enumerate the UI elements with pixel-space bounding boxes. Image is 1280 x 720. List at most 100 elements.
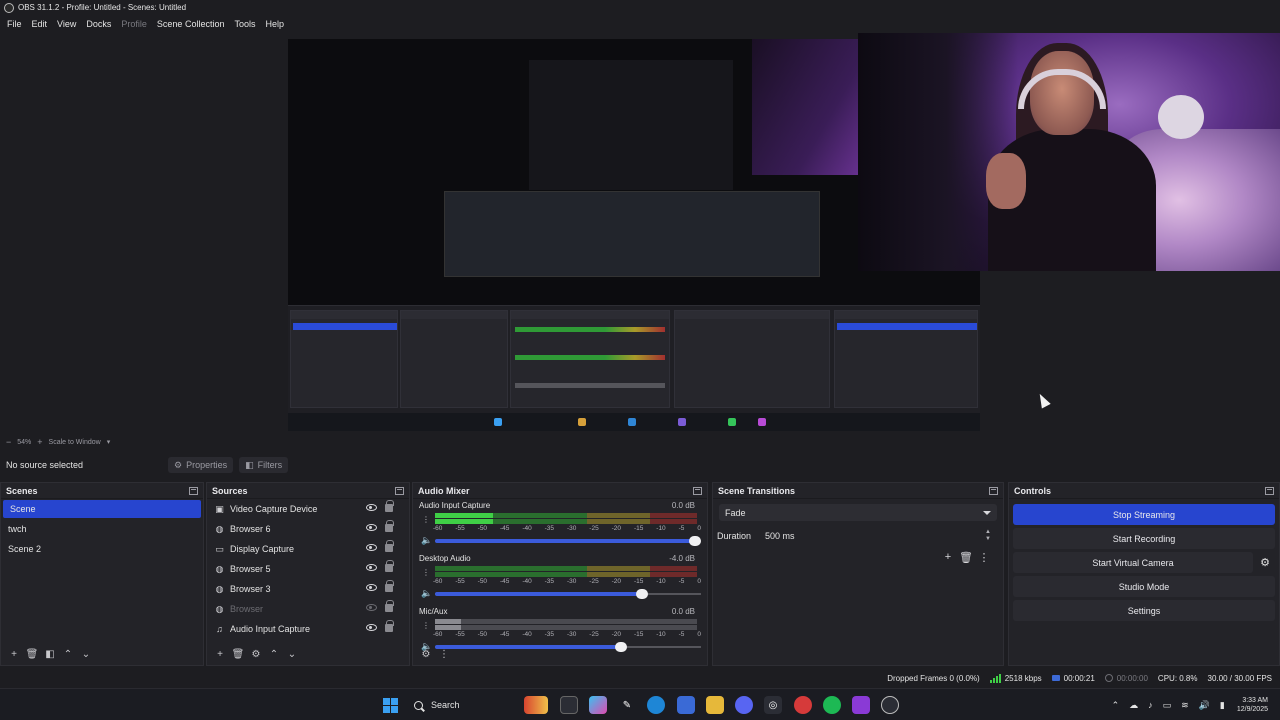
source-item[interactable]: ▭ Display Capture [207,539,409,559]
remove-source-button[interactable]: 🗑 [229,646,247,662]
app-icon[interactable] [794,696,812,714]
display-icon[interactable]: ▭ [1163,700,1172,711]
file-explorer-icon[interactable] [706,696,724,714]
scene-item[interactable]: Scene [3,500,201,518]
eye-icon[interactable] [366,624,377,631]
volume-icon[interactable]: 🔊 [1199,700,1210,711]
task-view-icon[interactable] [560,696,578,714]
source-item[interactable]: ◍ Browser 3 [207,579,409,599]
menu-tools[interactable]: Tools [229,15,260,33]
taskbar-search[interactable]: Search [406,695,514,715]
eye-icon[interactable] [366,504,377,511]
advanced-audio-button[interactable]: ⚙ [417,646,435,662]
speaker-icon[interactable]: 🔈 [421,535,432,546]
source-properties-button[interactable]: ⚙ [247,646,265,662]
wifi-icon[interactable]: ≋ [1181,700,1189,711]
volume-slider-handle[interactable] [635,589,648,599]
mixer-menu-button[interactable]: ⋮ [435,646,453,662]
filters-button[interactable]: ◧ Filters [239,457,289,473]
move-scene-down-button[interactable]: ⌄ [77,646,95,662]
copilot-icon[interactable] [589,696,607,714]
lock-icon[interactable] [385,560,394,572]
duration-spinner[interactable]: ▲ ▼ [985,529,991,543]
windows-start-icon[interactable] [381,696,399,714]
gear-icon[interactable]: ⚙ [1255,552,1275,573]
battery-icon[interactable]: ▮ [1220,700,1225,711]
menu-view[interactable]: View [52,15,81,33]
taskbar-clock[interactable]: 3:33 AM 12/9/2025 [1237,696,1268,714]
menu-scene-collection[interactable]: Scene Collection [152,15,230,33]
channel-menu-icon[interactable]: ⋮ [422,515,430,524]
studio-mode-button[interactable]: Studio Mode [1013,576,1275,597]
scene-filters-button[interactable]: ◧ [41,646,59,662]
properties-button[interactable]: ⚙ Properties [168,457,234,473]
preview-area[interactable] [0,33,1280,436]
store-icon[interactable] [677,696,695,714]
undock-icon[interactable] [395,486,404,495]
chevron-up-icon[interactable]: ⌃ [1112,700,1120,711]
obs-taskbar-icon[interactable] [881,696,899,714]
undock-icon[interactable] [693,486,702,495]
lock-icon[interactable] [385,500,394,512]
chatgpt-icon[interactable]: ◎ [764,696,782,714]
source-item[interactable]: ◍ Browser 5 [207,559,409,579]
duration-input[interactable]: 500 ms ▲ ▼ [759,528,997,544]
zoom-in-button[interactable]: + [37,437,42,447]
move-source-up-button[interactable]: ⌃ [265,646,283,662]
edge-browser-icon[interactable] [647,696,665,714]
remove-scene-button[interactable]: 🗑 [23,646,41,662]
start-virtual-camera-button[interactable]: Start Virtual Camera [1013,552,1253,573]
scene-item[interactable]: Scene 2 [1,539,203,559]
lock-icon[interactable] [385,580,394,592]
settings-button[interactable]: Settings [1013,600,1275,621]
undock-icon[interactable] [989,486,998,495]
eye-icon[interactable] [366,564,377,571]
search-highlight-icon[interactable] [524,696,548,714]
discord-icon[interactable] [735,696,753,714]
lock-icon[interactable] [385,620,394,632]
microphone-icon[interactable]: ♪ [1148,700,1153,710]
source-item[interactable]: ♫ Audio Input Capture [207,619,409,639]
scene-item[interactable]: twch [1,519,203,539]
source-item[interactable]: ▣ Video Capture Device [207,499,409,519]
undock-icon[interactable] [1265,486,1274,495]
add-source-button[interactable]: + [211,646,229,662]
pen-icon[interactable]: ✎ [618,696,636,714]
scale-mode-dropdown-icon[interactable]: ▾ [107,438,111,446]
menu-help[interactable]: Help [260,15,289,33]
menu-profile[interactable]: Profile [116,15,152,33]
stop-streaming-button[interactable]: Stop Streaming [1013,504,1275,525]
cloud-icon[interactable]: ☁ [1129,700,1138,711]
transition-select[interactable]: Fade [719,504,997,521]
lock-icon[interactable] [385,600,394,612]
start-recording-button[interactable]: Start Recording [1013,528,1275,549]
source-item[interactable]: ◍ Browser 6 [207,519,409,539]
menu-file[interactable]: File [2,15,27,33]
volume-slider-handle[interactable] [689,536,701,546]
lock-icon[interactable] [385,520,394,532]
twitch-icon[interactable] [852,696,870,714]
speaker-icon[interactable]: 🔈 [421,588,432,599]
menu-docks[interactable]: Docks [81,15,116,33]
scale-mode-select[interactable]: Scale to Window [49,439,101,446]
eye-icon[interactable] [366,544,377,551]
menu-edit[interactable]: Edit [27,15,53,33]
eye-icon[interactable] [366,584,377,591]
remove-transition-button[interactable]: 🗑 [957,549,975,565]
eye-hidden-icon[interactable] [366,604,377,611]
add-transition-button[interactable]: + [939,549,957,565]
add-scene-button[interactable]: + [5,646,23,662]
eye-icon[interactable] [366,524,377,531]
meter-tick-label: -40 [522,525,532,532]
zoom-out-button[interactable]: − [6,437,11,447]
move-source-down-button[interactable]: ⌄ [283,646,301,662]
channel-menu-icon[interactable]: ⋮ [422,568,430,577]
meter-tick-label: -5 [678,525,685,532]
undock-icon[interactable] [189,486,198,495]
transition-menu-button[interactable]: ⋮ [975,549,993,565]
move-scene-up-button[interactable]: ⌃ [59,646,77,662]
spotify-icon[interactable] [823,696,841,714]
source-item[interactable]: ◍ Browser [207,599,409,619]
lock-icon[interactable] [385,540,394,552]
channel-menu-icon[interactable]: ⋮ [422,621,430,630]
